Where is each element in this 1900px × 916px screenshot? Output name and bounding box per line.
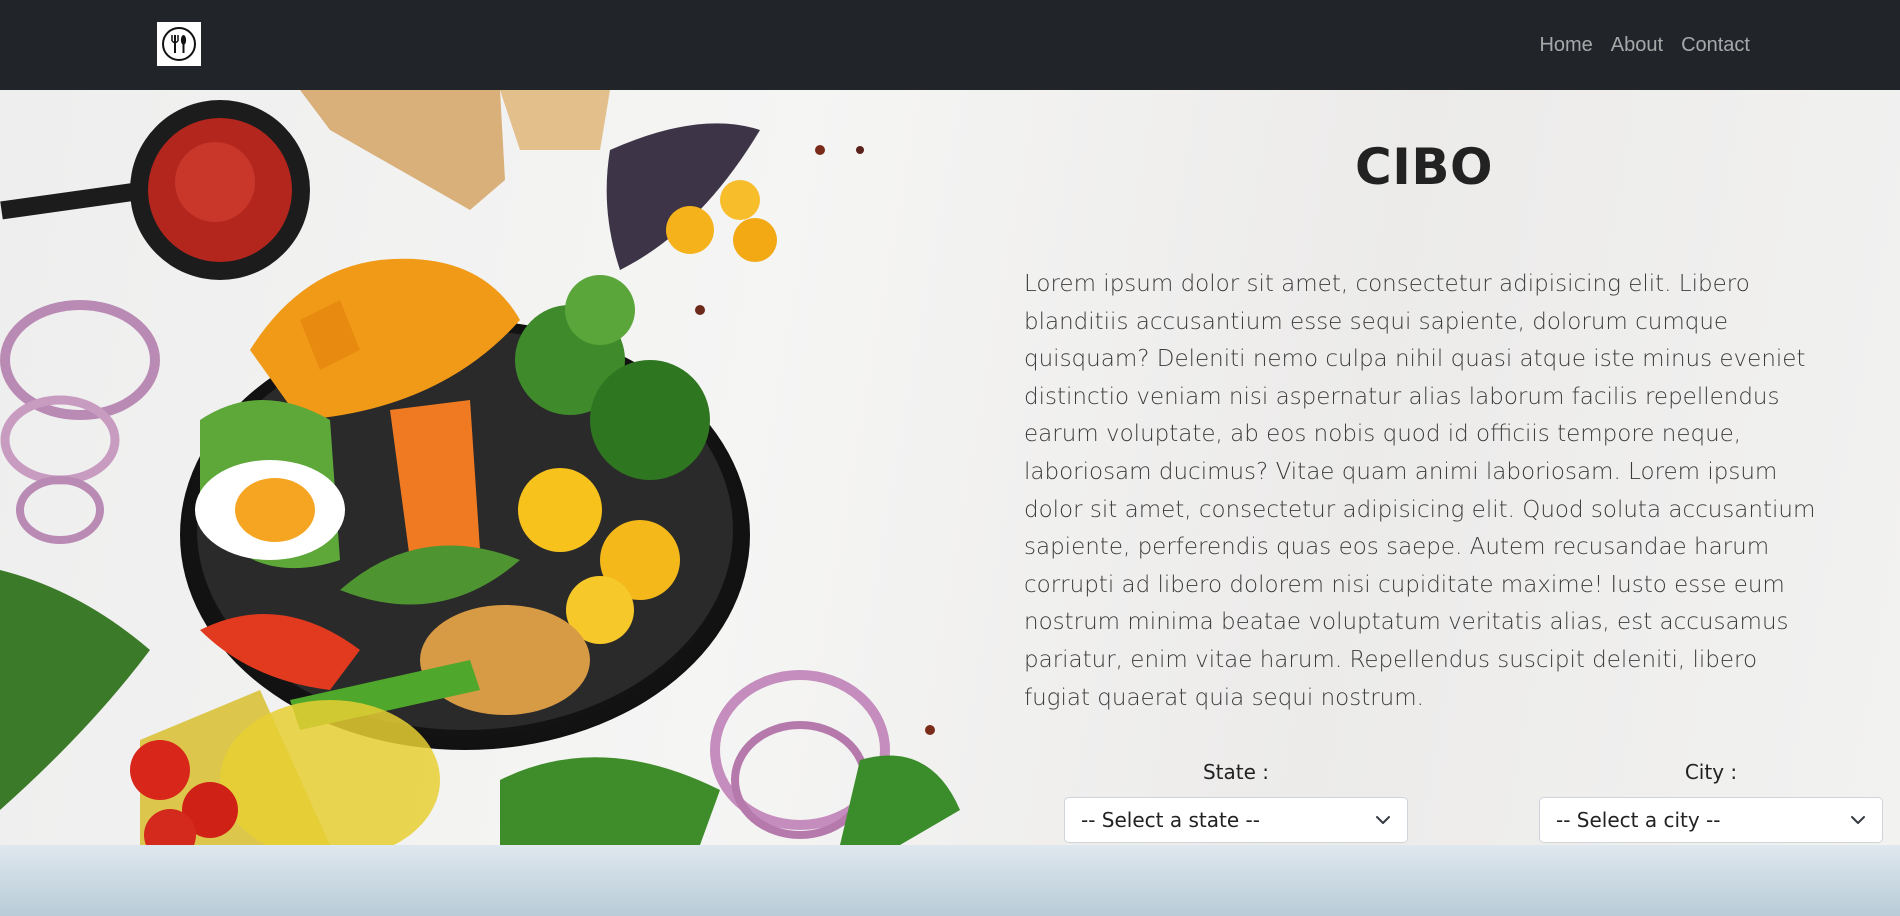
state-label: State : [1202,760,1270,784]
city-select-value: -- Select a city -- [1556,808,1721,832]
hero-description: Lorem ipsum dolor sit amet, consectetur … [1024,271,1816,711]
nav-link-contact[interactable]: Contact [1681,34,1750,57]
brand-logo[interactable] [157,22,201,66]
background-strip [0,845,1900,916]
food-bowl-image [0,90,960,845]
state-select[interactable]: -- Select a state -- [1064,797,1408,843]
page-title: CIBO [1355,138,1493,196]
state-select-value: -- Select a state -- [1081,808,1260,832]
chevron-down-icon [1851,816,1865,824]
chevron-down-icon [1376,816,1390,824]
city-label: City : [1684,760,1738,784]
city-select[interactable]: -- Select a city -- [1539,797,1883,843]
utensils-logo-icon [162,27,196,61]
nav-links: Home About Contact [1539,0,1750,90]
nav-link-home[interactable]: Home [1539,34,1592,57]
navbar: Home About Contact [0,0,1900,90]
hero-section: CIBO Lorem ipsum dolor sit amet, consect… [0,90,1900,845]
nav-link-about[interactable]: About [1611,34,1663,57]
